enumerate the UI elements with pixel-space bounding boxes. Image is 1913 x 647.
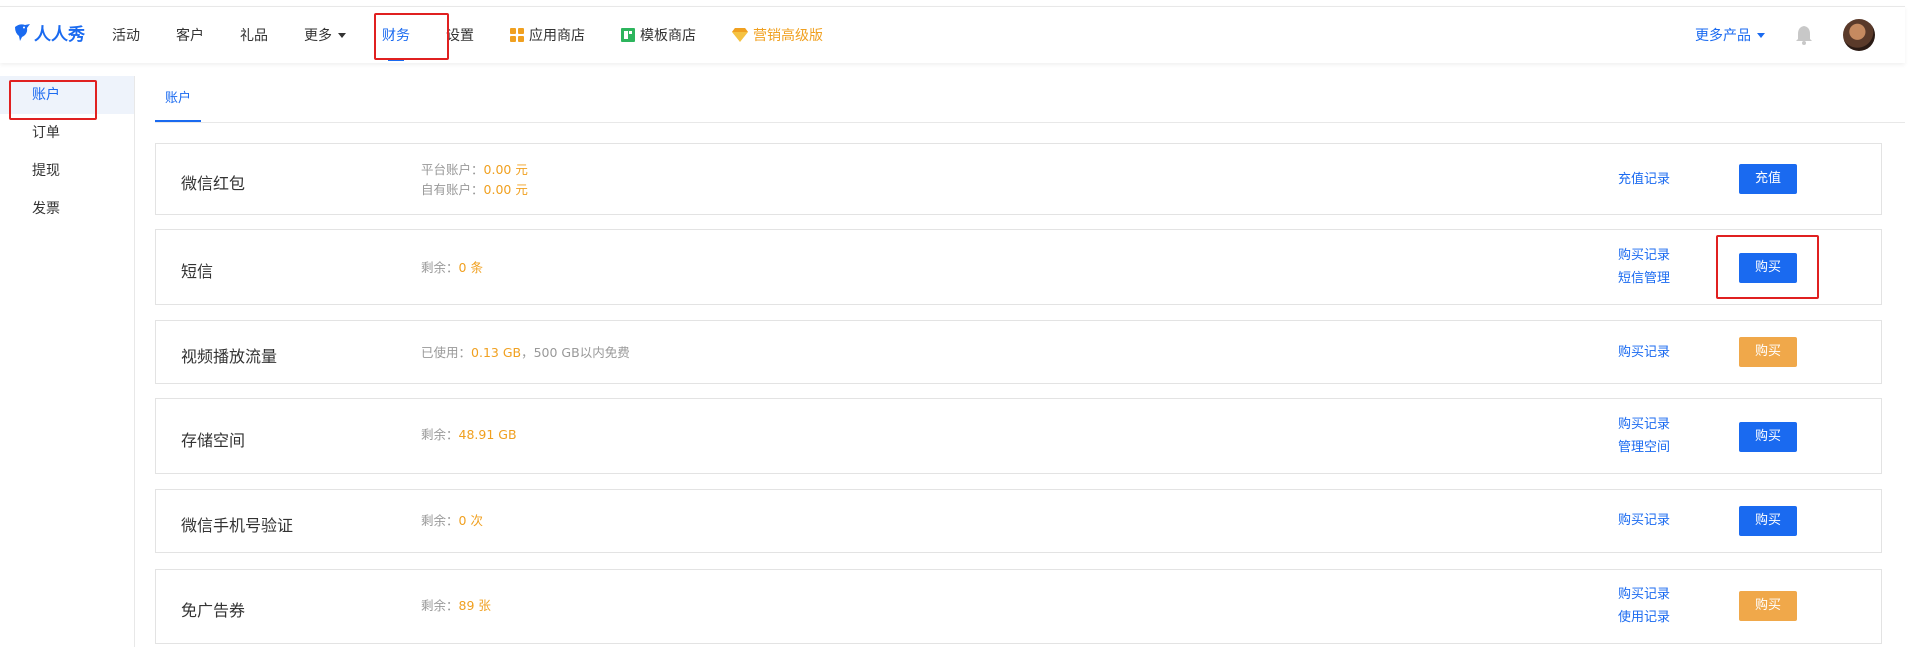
card-links: 购买记录 bbox=[1618, 341, 1670, 364]
purchase-history-link[interactable]: 购买记录 bbox=[1618, 341, 1670, 364]
recharge-button[interactable]: 充值 bbox=[1739, 164, 1797, 194]
nav-item-template-store[interactable]: 模板商店 bbox=[621, 7, 696, 63]
purchase-history-link[interactable]: 购买记录 bbox=[1618, 244, 1670, 267]
nav-item-marketing-premium[interactable]: 营销高级版 bbox=[732, 7, 823, 63]
more-products-label: 更多产品 bbox=[1695, 28, 1751, 44]
info-label: 平台账户： bbox=[421, 162, 484, 177]
card-info: 剩余：89 张 bbox=[421, 596, 491, 616]
card-title: 短信 bbox=[181, 262, 214, 281]
info-value: 48.91 GB bbox=[458, 427, 517, 442]
card-links: 购买记录 使用记录 bbox=[1618, 583, 1670, 629]
tab-bar: 账户 bbox=[155, 76, 1905, 123]
bird-logo-icon bbox=[12, 21, 32, 45]
card-info: 剩余：0 次 bbox=[421, 511, 483, 531]
template-icon bbox=[621, 28, 635, 42]
info-label: 已使用： bbox=[421, 345, 472, 360]
buy-button-highlight-box bbox=[1716, 235, 1819, 299]
card-links: 购买记录 管理空间 bbox=[1618, 413, 1670, 459]
account-card-video-traffic: 视频播放流量 已使用：0.13 GB，500 GB以内免费 购买记录 购买 bbox=[155, 320, 1882, 384]
nav-label: 活动 bbox=[112, 28, 140, 44]
diamond-icon bbox=[732, 28, 748, 42]
buy-button[interactable]: 购买 bbox=[1739, 422, 1797, 452]
account-card-phone-verification: 微信手机号验证 剩余：0 次 购买记录 购买 bbox=[155, 489, 1882, 553]
card-title: 视频播放流量 bbox=[181, 347, 278, 366]
info-value: 0 条 bbox=[458, 260, 483, 275]
nav-highlight-box bbox=[374, 13, 449, 60]
nav-item-app-store[interactable]: 应用商店 bbox=[510, 7, 585, 63]
nav-label: 礼品 bbox=[240, 28, 268, 44]
top-navbar: 人人秀 活动 客户 礼品 更多 财务 设置 应用商店 模板商店 营销高级版 更多… bbox=[0, 6, 1905, 63]
info-line: 自有账户：0.00 元 bbox=[421, 180, 528, 200]
nav-label: 应用商店 bbox=[529, 28, 585, 44]
nav-item-activities[interactable]: 活动 bbox=[112, 7, 140, 63]
info-value: 89 张 bbox=[458, 598, 491, 613]
card-title: 微信红包 bbox=[181, 174, 246, 193]
more-products-dropdown[interactable]: 更多产品 bbox=[1695, 25, 1765, 45]
sidebar-item-label: 发票 bbox=[32, 201, 60, 217]
buy-button[interactable]: 购买 bbox=[1739, 506, 1797, 536]
card-title: 存储空间 bbox=[181, 431, 246, 450]
info-label: 剩余： bbox=[421, 260, 459, 275]
card-info: 剩余：48.91 GB bbox=[421, 425, 517, 445]
buy-button[interactable]: 购买 bbox=[1739, 591, 1797, 621]
logo-text: 人人秀 bbox=[34, 25, 85, 45]
sidebar-item-withdraw[interactable]: 提现 bbox=[0, 152, 134, 190]
bell-icon[interactable] bbox=[1795, 25, 1813, 45]
sms-management-link[interactable]: 短信管理 bbox=[1618, 267, 1670, 290]
manage-space-link[interactable]: 管理空间 bbox=[1618, 436, 1670, 459]
card-info: 已使用：0.13 GB，500 GB以内免费 bbox=[421, 343, 630, 363]
logo[interactable]: 人人秀 bbox=[12, 20, 85, 45]
purchase-history-link[interactable]: 购买记录 bbox=[1618, 413, 1670, 436]
info-label: 剩余： bbox=[421, 598, 459, 613]
buy-button[interactable]: 购买 bbox=[1739, 337, 1797, 367]
nav-label: 模板商店 bbox=[640, 28, 696, 44]
info-value: 0.00 元 bbox=[483, 162, 528, 177]
sidebar-item-label: 提现 bbox=[32, 163, 60, 179]
nav-item-customers[interactable]: 客户 bbox=[176, 7, 204, 63]
info-label: 剩余： bbox=[421, 513, 459, 528]
info-label: 自有账户： bbox=[421, 182, 484, 197]
account-card-storage: 存储空间 剩余：48.91 GB 购买记录 管理空间 购买 bbox=[155, 398, 1882, 474]
info-suffix: ，500 GB以内免费 bbox=[521, 345, 630, 360]
sidebar-item-invoice[interactable]: 发票 bbox=[0, 190, 134, 228]
nav-item-more[interactable]: 更多 bbox=[304, 7, 346, 63]
sidebar: 账户 订单 提现 发票 bbox=[0, 76, 135, 647]
usage-history-link[interactable]: 使用记录 bbox=[1618, 606, 1670, 629]
card-links: 充值记录 bbox=[1618, 168, 1670, 191]
tab-label: 账户 bbox=[165, 91, 192, 106]
card-title: 免广告券 bbox=[181, 601, 246, 620]
card-info: 剩余：0 条 bbox=[421, 258, 483, 278]
avatar[interactable] bbox=[1843, 19, 1875, 51]
card-info: 平台账户：0.00 元 自有账户：0.00 元 bbox=[421, 160, 528, 200]
caret-down-icon bbox=[338, 32, 346, 38]
info-line: 平台账户：0.00 元 bbox=[421, 160, 528, 180]
card-links: 购买记录 bbox=[1618, 509, 1670, 532]
account-card-ad-free-coupon: 免广告券 剩余：89 张 购买记录 使用记录 购买 bbox=[155, 569, 1882, 644]
purchase-history-link[interactable]: 购买记录 bbox=[1618, 583, 1670, 606]
info-value: 0 次 bbox=[458, 513, 483, 528]
tab-account[interactable]: 账户 bbox=[155, 76, 202, 122]
nav-label: 营销高级版 bbox=[753, 28, 823, 44]
app-grid-icon bbox=[510, 28, 524, 42]
sidebar-item-label: 订单 bbox=[32, 125, 60, 141]
recharge-history-link[interactable]: 充值记录 bbox=[1618, 168, 1670, 191]
account-card-wechat-redpacket: 微信红包 平台账户：0.00 元 自有账户：0.00 元 充值记录 充值 bbox=[155, 143, 1882, 215]
nav-label: 设置 bbox=[446, 28, 474, 44]
main-nav: 活动 客户 礼品 更多 财务 设置 应用商店 模板商店 营销高级版 bbox=[112, 7, 859, 63]
card-links: 购买记录 短信管理 bbox=[1618, 244, 1670, 290]
info-label: 剩余： bbox=[421, 427, 459, 442]
card-title: 微信手机号验证 bbox=[181, 516, 294, 535]
nav-item-gifts[interactable]: 礼品 bbox=[240, 7, 268, 63]
account-card-sms: 短信 剩余：0 条 购买记录 短信管理 购买 bbox=[155, 229, 1882, 305]
info-value: 0.13 GB bbox=[471, 345, 522, 360]
sidebar-highlight-box bbox=[9, 80, 97, 120]
nav-item-settings[interactable]: 设置 bbox=[446, 7, 474, 63]
header-right: 更多产品 bbox=[1695, 7, 1875, 63]
info-value: 0.00 元 bbox=[483, 182, 528, 197]
caret-down-icon bbox=[1757, 32, 1765, 38]
nav-label: 客户 bbox=[176, 28, 204, 44]
purchase-history-link[interactable]: 购买记录 bbox=[1618, 509, 1670, 532]
nav-label: 更多 bbox=[304, 28, 332, 44]
